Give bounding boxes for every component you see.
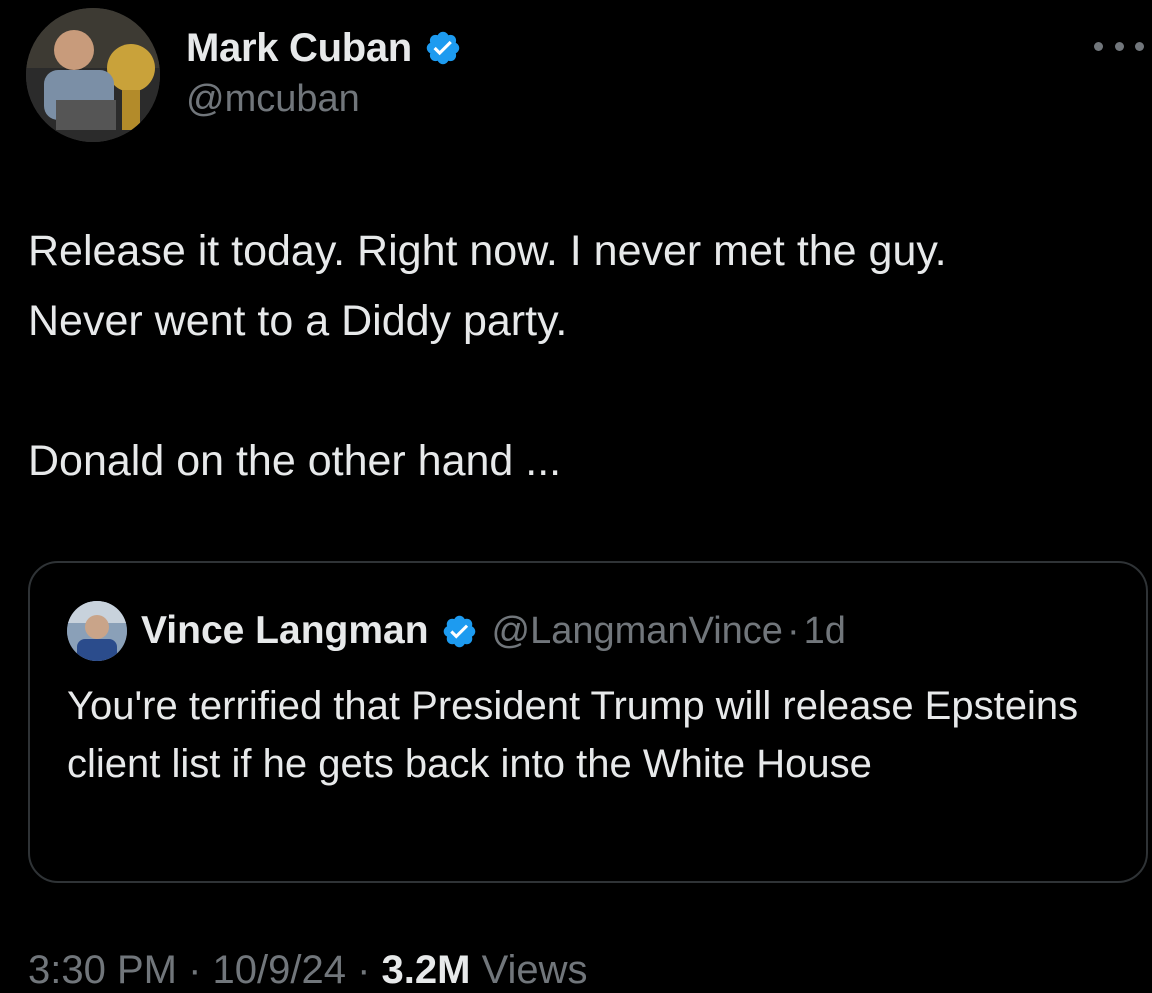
more-dot	[1114, 41, 1124, 51]
quote-header: Vince Langman @LangmanVince · 1d	[67, 601, 846, 661]
tweet-text: Release it today. Right now. I never met…	[28, 216, 1138, 496]
quote-author-handle[interactable]: @LangmanVince	[492, 610, 783, 653]
tweet-text-line: Never went to a Diddy party.	[28, 297, 568, 345]
tweet-timestamp[interactable]: 3:30 PM · 10/9/24 ·	[28, 948, 382, 992]
view-count: 3.2M	[381, 948, 471, 992]
quote-text: You're terrified that President Trump wi…	[67, 684, 1079, 786]
author-handle[interactable]: @mcuban	[186, 78, 462, 121]
author-display-name[interactable]: Mark Cuban	[186, 26, 412, 71]
tweet-text-line: Release it today. Right now. I never met…	[28, 227, 947, 275]
quote-author-avatar[interactable]	[67, 601, 127, 661]
verified-badge-icon[interactable]	[441, 613, 478, 650]
author-info: Mark Cuban @mcuban	[186, 24, 462, 121]
more-dot	[1135, 41, 1144, 51]
tweet-detail: Mark Cuban @mcuban Release it today. Rig…	[0, 0, 1152, 992]
more-options-icon[interactable]	[1094, 34, 1144, 58]
quote-author-display-name[interactable]: Vince Langman	[141, 609, 429, 653]
author-avatar[interactable]	[26, 8, 160, 142]
quote-timestamp[interactable]: 1d	[804, 610, 846, 653]
separator-dot: ·	[786, 609, 800, 652]
verified-badge-icon[interactable]	[424, 29, 462, 67]
tweet-header: Mark Cuban @mcuban	[26, 8, 1152, 144]
tweet-text-line: Donald on the other hand ...	[28, 437, 562, 485]
views-label: Views	[470, 948, 588, 992]
tweet-meta: 3:30 PM · 10/9/24 · 3.2M Views	[28, 948, 588, 993]
more-dot	[1094, 41, 1103, 51]
quoted-tweet[interactable]: Vince Langman @LangmanVince · 1d You're …	[28, 561, 1148, 883]
display-name-row: Mark Cuban	[186, 24, 462, 72]
